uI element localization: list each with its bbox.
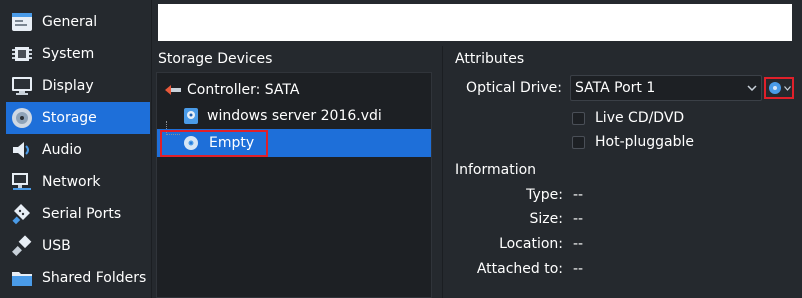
size-value: --	[573, 211, 584, 227]
live-cd-checkbox-row[interactable]: Live CD/DVD	[572, 110, 684, 126]
sidebar-item-label: Shared Folders	[42, 270, 147, 286]
tree-item-disk[interactable]: windows server 2016.vdi	[157, 102, 431, 130]
optical-label: Empty	[209, 135, 255, 151]
folder-icon	[10, 266, 34, 290]
sidebar-item-audio[interactable]: Audio	[6, 134, 150, 166]
sidebar-item-label: Network	[42, 174, 101, 190]
sidebar-item-label: General	[42, 14, 98, 30]
hot-pluggable-checkbox[interactable]	[572, 135, 585, 149]
attached-to-label: Attached to:	[476, 261, 563, 277]
attached-to-value: --	[573, 261, 584, 277]
tree-connector	[166, 121, 180, 135]
chevron-down-icon	[783, 85, 791, 91]
live-cd-label: Live CD/DVD	[595, 110, 685, 126]
sidebar-item-label: System	[42, 46, 95, 62]
controller-label: Controller: SATA	[187, 82, 300, 98]
disk-icon	[10, 106, 34, 130]
sidebar-item-shared-folders[interactable]: Shared Folders	[6, 262, 150, 294]
hot-pluggable-checkbox-row[interactable]: Hot-pluggable	[572, 134, 694, 150]
information-heading: Information	[455, 162, 537, 178]
sidebar-item-label: Serial Ports	[42, 206, 122, 222]
sidebar-item-usb[interactable]: USB	[6, 230, 150, 262]
attributes-heading: Attributes	[455, 51, 525, 67]
disk-label: windows server 2016.vdi	[207, 108, 382, 124]
info-row-attached: Attached to: --	[443, 261, 583, 277]
storage-tree[interactable]: Controller: SATA windows server 2016.vdi…	[156, 72, 432, 298]
hard-disk-icon	[181, 106, 201, 126]
general-icon	[10, 10, 34, 34]
choose-disk-button[interactable]	[764, 77, 794, 99]
chevron-down-icon	[743, 79, 761, 97]
hot-pluggable-label: Hot-pluggable	[595, 134, 695, 150]
location-label: Location:	[499, 236, 563, 252]
sidebar-divider	[151, 0, 152, 298]
optical-drive-select[interactable]: SATA Port 1	[570, 75, 762, 101]
sidebar-item-label: USB	[42, 238, 71, 254]
usb-icon	[10, 234, 34, 258]
monitor-icon	[10, 74, 34, 98]
tree-item-controller[interactable]: Controller: SATA	[157, 76, 431, 104]
sidebar-item-serial-ports[interactable]: Serial Ports	[6, 198, 150, 230]
sidebar-item-system[interactable]: System	[6, 38, 150, 70]
page-title-bar	[158, 4, 792, 41]
info-row-type: Type: --	[443, 187, 583, 203]
optical-drive-label: Optical Drive:	[466, 80, 562, 96]
optical-disc-icon	[181, 133, 201, 153]
chip-icon	[10, 42, 34, 66]
tree-item-optical-empty[interactable]: Empty	[157, 129, 431, 157]
size-label: Size:	[529, 211, 563, 227]
type-value: --	[573, 187, 584, 203]
live-cd-checkbox[interactable]	[572, 111, 585, 125]
sidebar-item-network[interactable]: Network	[6, 166, 150, 198]
type-label: Type:	[526, 187, 563, 203]
sidebar-item-label: Storage	[42, 110, 97, 126]
settings-sidebar: General System Display Storage Audio Net…	[0, 0, 150, 298]
serial-port-icon	[10, 202, 34, 226]
sidebar-item-display[interactable]: Display	[6, 70, 150, 102]
speaker-icon	[10, 138, 34, 162]
info-row-size: Size: --	[443, 211, 584, 227]
optical-drive-value: SATA Port 1	[575, 80, 656, 96]
sidebar-item-label: Display	[42, 78, 94, 94]
sidebar-item-label: Audio	[42, 142, 82, 158]
location-value: --	[573, 236, 584, 252]
optical-disc-icon	[768, 81, 782, 95]
controller-icon	[163, 80, 183, 100]
sidebar-item-general[interactable]: General	[6, 6, 150, 38]
storage-devices-heading: Storage Devices	[158, 51, 273, 67]
sidebar-item-storage[interactable]: Storage	[6, 102, 150, 134]
network-icon	[10, 170, 34, 194]
info-row-location: Location: --	[443, 236, 583, 252]
